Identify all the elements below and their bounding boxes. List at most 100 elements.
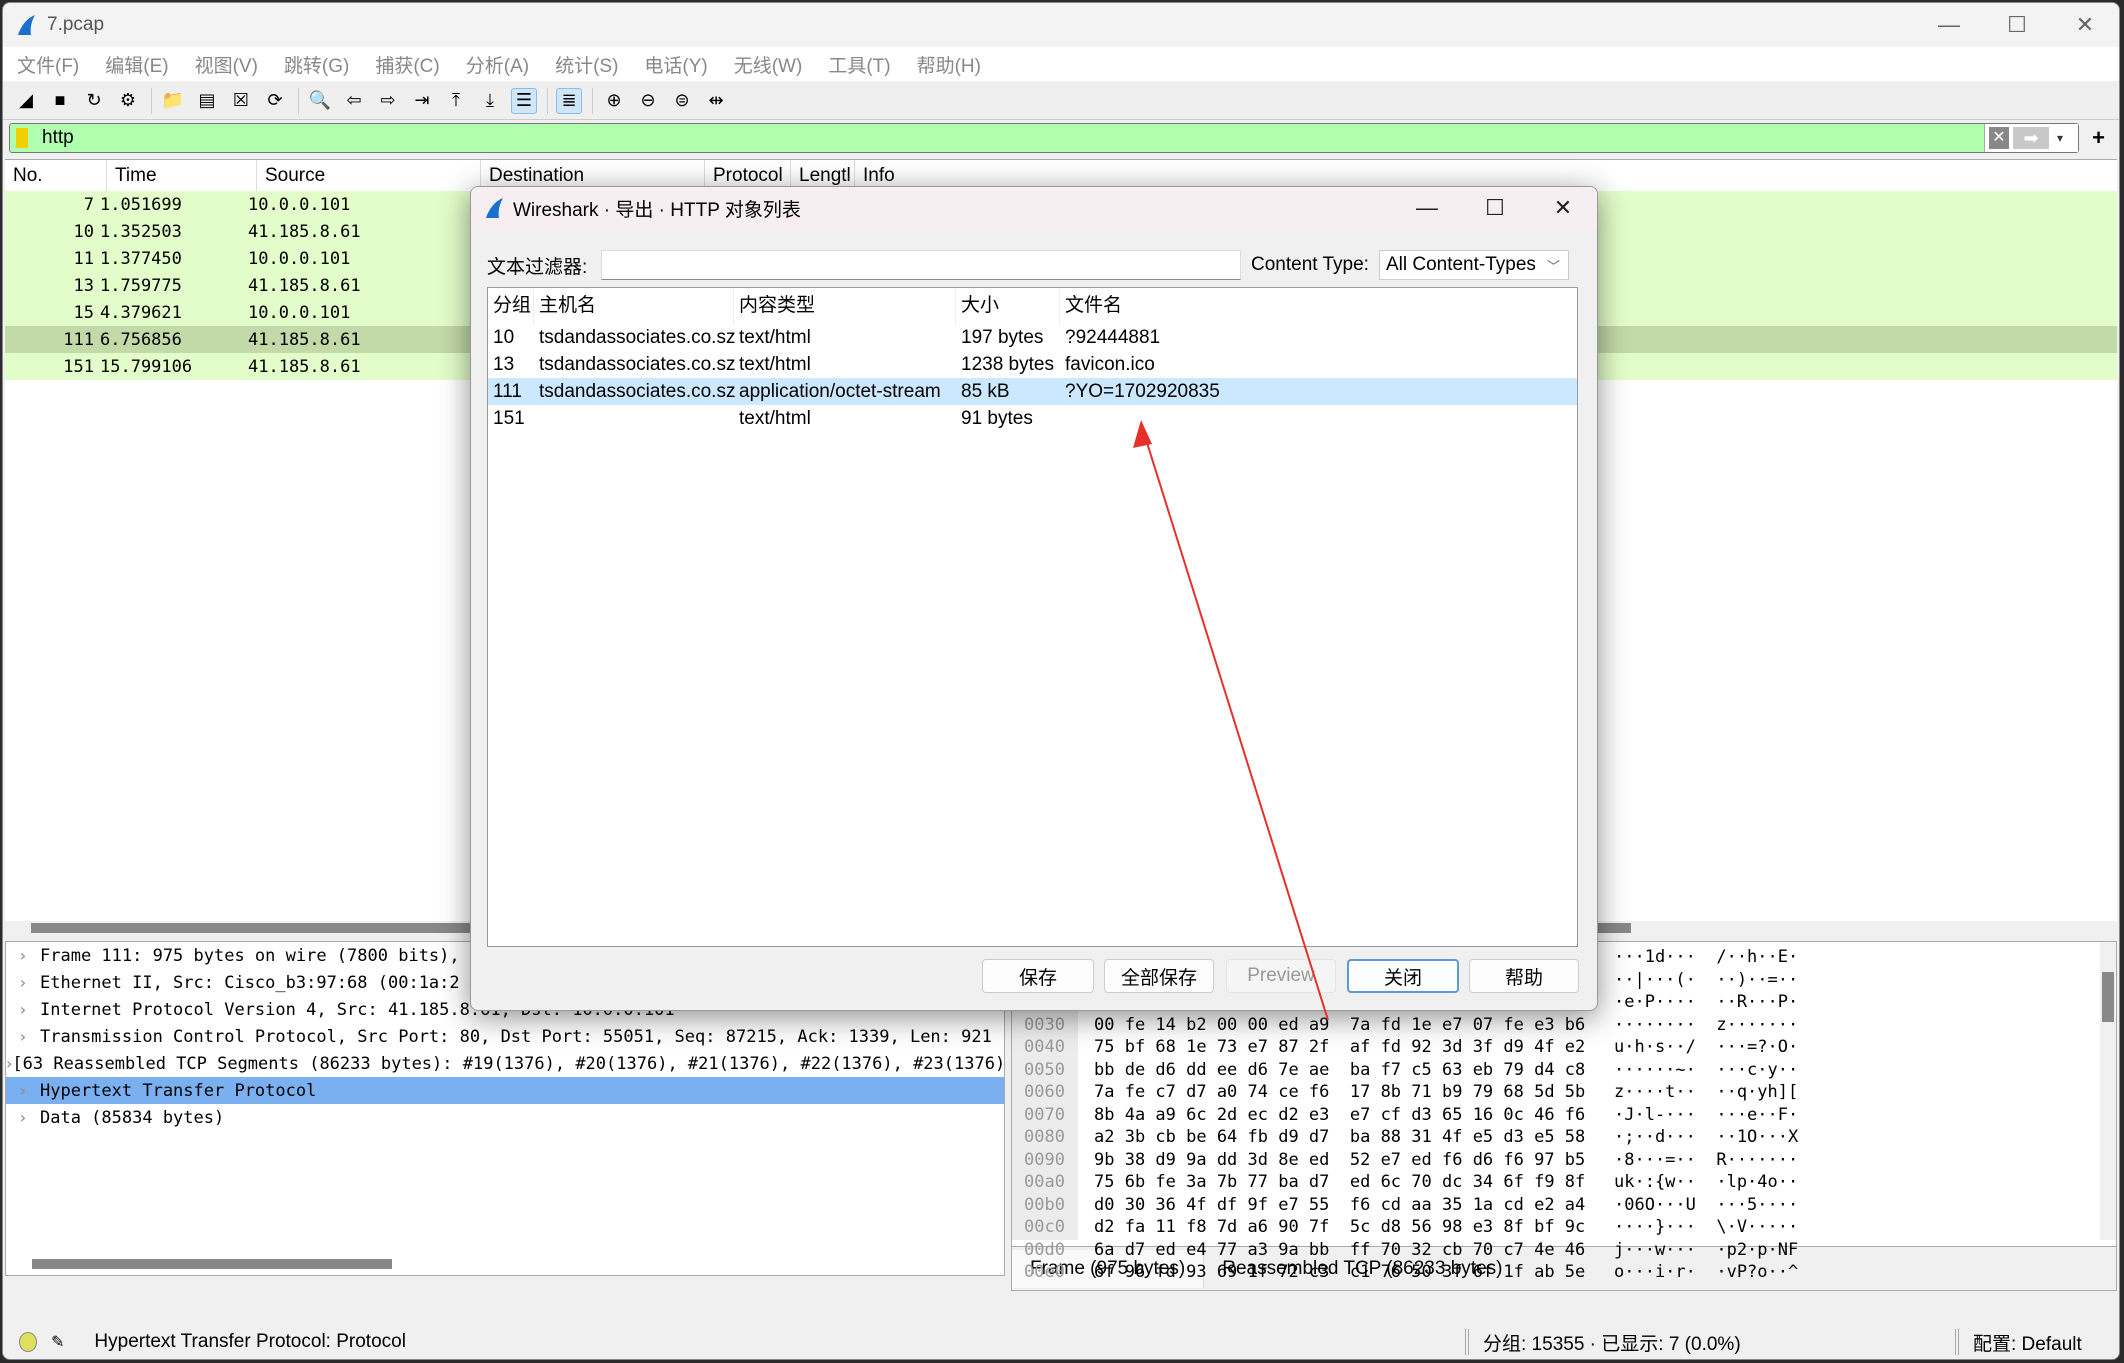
close-button[interactable]: 关闭 xyxy=(1347,959,1459,993)
bookmark-icon[interactable] xyxy=(16,128,28,148)
hex-ascii[interactable]: z····t·· ··q·yh][ xyxy=(1614,1082,1798,1102)
details-hscroll-thumb[interactable] xyxy=(32,1259,392,1269)
preview-button[interactable]: Preview xyxy=(1226,959,1336,993)
stop-capture-icon[interactable]: ■ xyxy=(47,88,73,114)
text-filter-input[interactable] xyxy=(601,250,1241,280)
hex-ascii[interactable]: u·h·s··/ ···=?·O· xyxy=(1614,1037,1798,1057)
chevron-right-icon[interactable]: › xyxy=(6,946,40,965)
close-window-button[interactable]: ✕ xyxy=(2051,3,2119,47)
http-object-row[interactable]: 10 tsdandassociates.co.sz text/html 197 byt… xyxy=(488,324,1577,351)
start-capture-icon[interactable]: ◢ xyxy=(13,88,39,114)
menu-go[interactable]: 跳转(G) xyxy=(284,51,349,78)
go-back-icon[interactable]: ⇦ xyxy=(341,88,367,114)
detail-tree-item[interactable]: › Hypertext Transfer Protocol xyxy=(6,1077,1004,1104)
http-object-row[interactable]: 13 tsdandassociates.co.sz text/html 1238 by… xyxy=(488,351,1577,378)
display-filter-input[interactable]: http xyxy=(42,127,74,149)
hex-ascii[interactable]: ········ z······· xyxy=(1614,1015,1798,1035)
hex-ascii[interactable]: ··|···(· ··)··=·· xyxy=(1614,970,1798,990)
dialog-close-button[interactable]: ✕ xyxy=(1529,187,1597,229)
hex-ascii[interactable]: uk·:{w·· ·lp·4o·· xyxy=(1614,1172,1798,1192)
reload-file-icon[interactable]: ⟳ xyxy=(262,88,288,114)
detail-tree-item[interactable]: › Data (85834 bytes) xyxy=(6,1104,1004,1131)
clear-filter-icon[interactable]: ✕ xyxy=(1989,127,2009,149)
menu-view[interactable]: 视图(V) xyxy=(195,51,258,78)
minimize-button[interactable]: — xyxy=(1915,3,1983,47)
menu-edit[interactable]: 编辑(E) xyxy=(105,51,168,78)
hex-bytes[interactable]: 9b 38 d9 9a dd 3d 8e ed 52 e7 ed f6 d6 f… xyxy=(1094,1150,1614,1170)
detail-tree-item[interactable]: › Transmission Control Protocol, Src Port… xyxy=(6,1023,1004,1050)
go-first-icon[interactable]: ⤒ xyxy=(443,88,469,114)
hex-bytes[interactable]: 75 6b fe 3a 7b 77 ba d7 ed 6c 70 dc 34 6… xyxy=(1094,1172,1614,1192)
resize-columns-icon[interactable]: ⇹ xyxy=(703,88,729,114)
hex-bytes[interactable]: d0 30 36 4f df 9f e7 55 f6 cd aa 35 1a c… xyxy=(1094,1195,1614,1215)
column-header-content-type[interactable]: 内容类型 xyxy=(734,288,956,324)
autoscroll-icon[interactable]: ☰ xyxy=(511,87,537,114)
close-file-icon[interactable]: ☒ xyxy=(228,88,254,114)
profile-indicator[interactable]: 配置: Default xyxy=(1973,1329,2082,1356)
hex-ascii[interactable]: ·J·l-··· ···e··F· xyxy=(1614,1105,1798,1125)
zoom-in-icon[interactable]: ⊕ xyxy=(601,88,627,114)
restart-capture-icon[interactable]: ↻ xyxy=(81,88,107,114)
hex-ascii[interactable]: ····}··· \·V····· xyxy=(1614,1217,1798,1237)
zoom-reset-icon[interactable]: ⊜ xyxy=(669,88,695,114)
menu-help[interactable]: 帮助(H) xyxy=(917,51,981,78)
save-all-button[interactable]: 全部保存 xyxy=(1104,959,1214,993)
content-type-select[interactable]: All Content-Types ﹀ xyxy=(1378,250,1569,280)
menu-telephony[interactable]: 电话(Y) xyxy=(644,51,707,78)
go-forward-icon[interactable]: ⇨ xyxy=(375,88,401,114)
column-header-hostname[interactable]: 主机名 xyxy=(534,288,734,324)
find-packet-icon[interactable]: 🔍 xyxy=(307,88,333,114)
apply-filter-icon[interactable]: ➡ xyxy=(2013,127,2049,149)
dialog-minimize-button[interactable]: — xyxy=(1393,187,1461,229)
menu-analyze[interactable]: 分析(A) xyxy=(466,51,529,78)
hex-bytes[interactable]: 7a fe c7 d7 a0 74 ce f6 17 8b 71 b9 79 6… xyxy=(1094,1082,1614,1102)
hex-ascii[interactable]: ·8···=·· R······· xyxy=(1614,1150,1798,1170)
chevron-right-icon[interactable]: › xyxy=(6,973,40,992)
chevron-right-icon[interactable]: › xyxy=(6,1108,40,1127)
menu-file[interactable]: 文件(F) xyxy=(17,51,79,78)
hex-bytes[interactable]: a2 3b cb be 64 fb d9 d7 ba 88 31 4f e5 d… xyxy=(1094,1127,1614,1147)
hex-bytes[interactable]: bb de d6 dd ee d6 7e ae ba f7 c5 63 eb 7… xyxy=(1094,1060,1614,1080)
column-header-size[interactable]: 大小 xyxy=(956,288,1060,324)
chevron-right-icon[interactable]: › xyxy=(6,1027,40,1046)
hex-ascii[interactable]: j···w··· ·p2·p·NF xyxy=(1614,1240,1798,1260)
chevron-right-icon[interactable]: › xyxy=(6,1000,40,1019)
hex-bytes[interactable]: d2 fa 11 f8 7d a6 90 7f 5c d8 56 98 e3 8… xyxy=(1094,1217,1614,1237)
expert-info-icon[interactable] xyxy=(19,1332,37,1352)
hex-ascii[interactable]: o···i·r· ·vP?o··^ xyxy=(1614,1262,1798,1282)
save-button[interactable]: 保存 xyxy=(982,959,1094,993)
bytes-vscroll-thumb[interactable] xyxy=(2102,972,2114,1022)
hex-bytes[interactable]: 6a d7 ed e4 77 a3 9a bb ff 70 32 cb 70 c… xyxy=(1094,1240,1614,1260)
column-header-filename[interactable]: 文件名 xyxy=(1060,288,1560,324)
help-button[interactable]: 帮助 xyxy=(1469,959,1579,993)
menu-capture[interactable]: 捕获(C) xyxy=(375,51,439,78)
menu-wireless[interactable]: 无线(W) xyxy=(734,51,803,78)
http-object-row[interactable]: 111 tsdandassociates.co.sz application/oct… xyxy=(488,378,1577,405)
go-to-packet-icon[interactable]: ⇥ xyxy=(409,88,435,114)
menu-statistics[interactable]: 统计(S) xyxy=(555,51,618,78)
hex-ascii[interactable]: ······~· ···c·y·· xyxy=(1614,1060,1798,1080)
hex-ascii[interactable]: ···1d··· /··h··E· xyxy=(1614,947,1798,967)
capture-comment-icon[interactable]: ✎ xyxy=(51,1332,64,1352)
maximize-button[interactable]: ☐ xyxy=(1983,3,2051,47)
column-header-packet[interactable]: 分组 ^ xyxy=(488,288,534,324)
chevron-right-icon[interactable]: › xyxy=(6,1081,40,1100)
hex-bytes[interactable]: 6f 96 fd 93 69 1f 72 c3 c1 76 50 3f 6f 1… xyxy=(1094,1262,1614,1282)
hex-ascii[interactable]: ·06O···U ···5···· xyxy=(1614,1195,1798,1215)
save-file-icon[interactable]: ▤ xyxy=(194,88,220,114)
hex-ascii[interactable]: ·;··d··· ··1O···X xyxy=(1614,1127,1798,1147)
colorize-icon[interactable]: ≣ xyxy=(556,87,582,114)
filter-history-dropdown-icon[interactable]: ▾ xyxy=(2057,131,2063,145)
detail-tree-item[interactable]: › [63 Reassembled TCP Segments (86233 byt… xyxy=(6,1050,1004,1077)
column-header-time[interactable]: Time xyxy=(107,159,257,192)
add-filter-button-icon[interactable]: + xyxy=(2092,123,2105,153)
hex-bytes[interactable]: 8b 4a a9 6c 2d ec d2 e3 e7 cf d3 65 16 0… xyxy=(1094,1105,1614,1125)
dialog-maximize-button[interactable]: ☐ xyxy=(1461,187,1529,229)
zoom-out-icon[interactable]: ⊖ xyxy=(635,88,661,114)
column-header-no[interactable]: No. xyxy=(5,159,107,192)
menu-tools[interactable]: 工具(T) xyxy=(828,51,890,78)
go-last-icon[interactable]: ⤓ xyxy=(477,88,503,114)
column-header-source[interactable]: Source xyxy=(257,159,481,192)
hex-bytes[interactable]: 75 bf 68 1e 73 e7 87 2f af fd 92 3d 3f d… xyxy=(1094,1037,1614,1057)
open-file-icon[interactable]: 📁 xyxy=(160,88,186,114)
